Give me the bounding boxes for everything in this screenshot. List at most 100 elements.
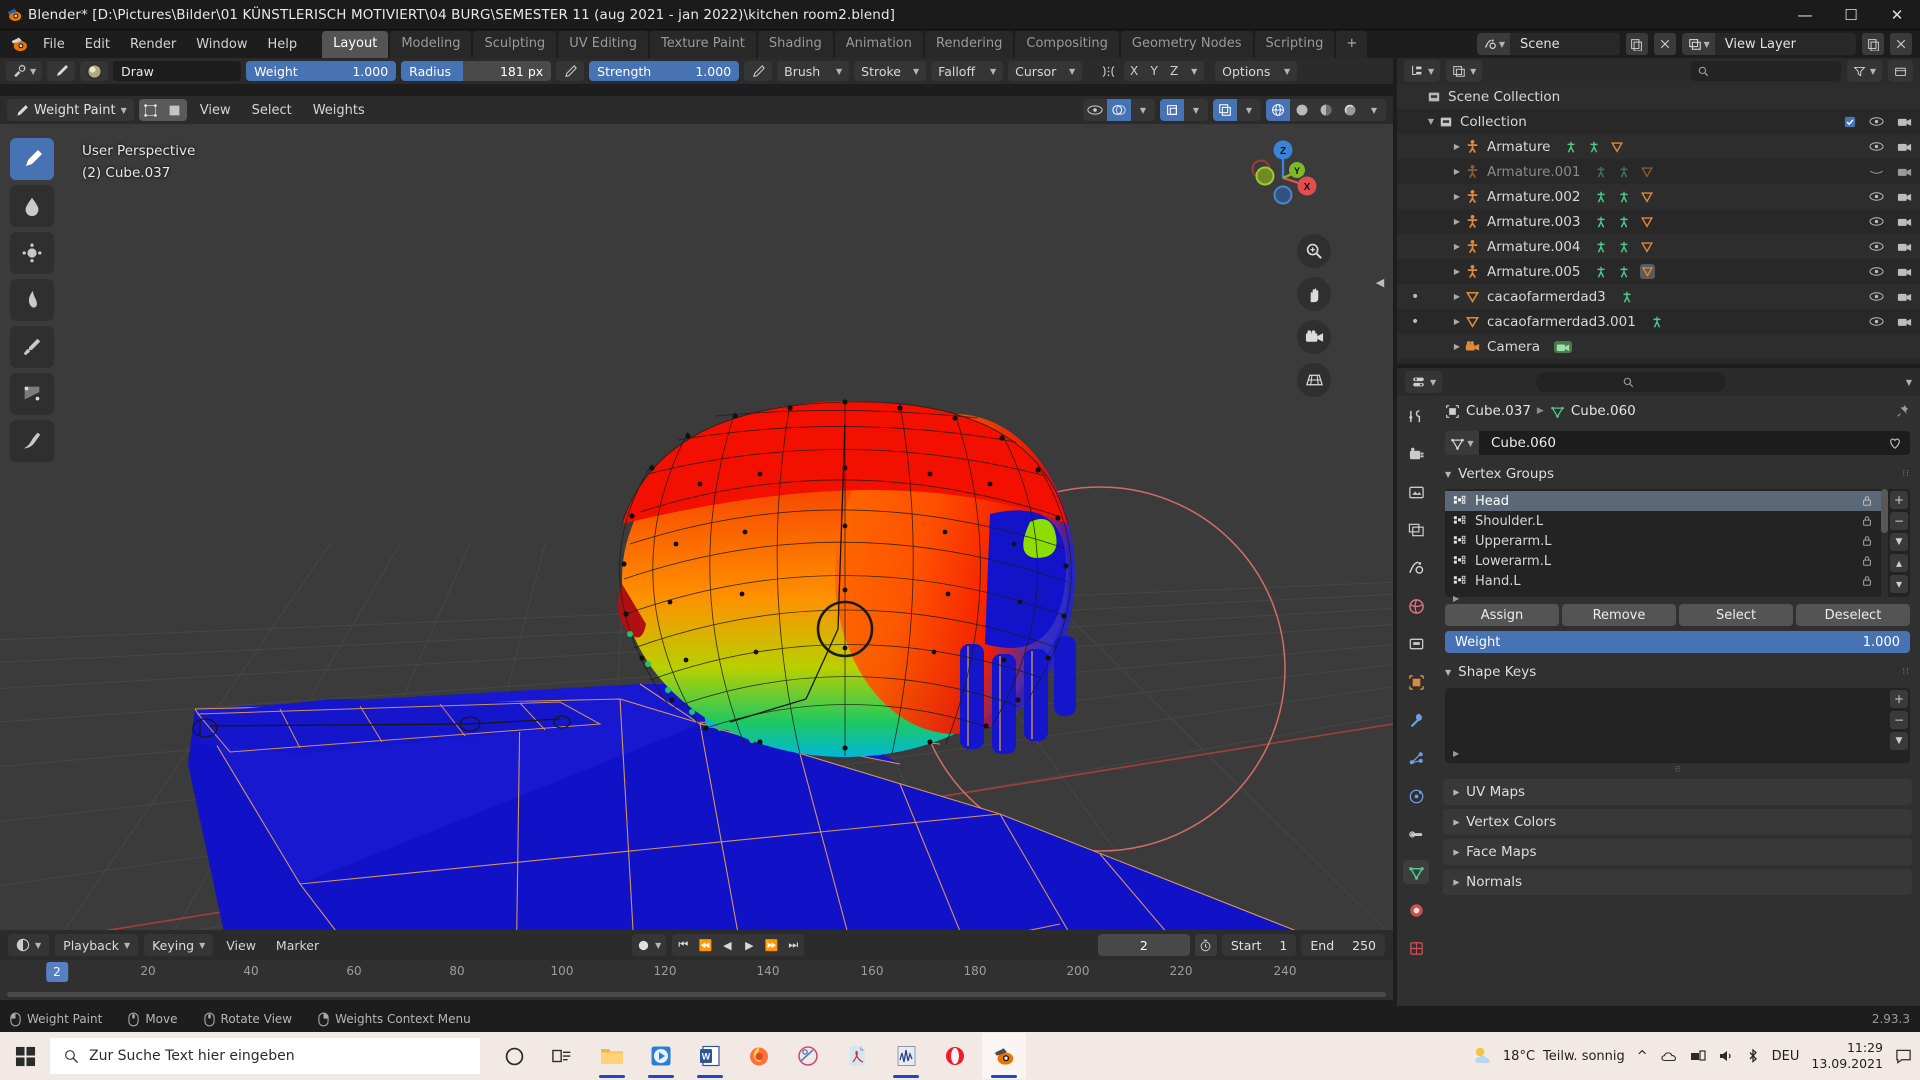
eye-icon[interactable] bbox=[1869, 116, 1884, 127]
tab-physics-properties[interactable] bbox=[1403, 784, 1429, 808]
workspace-tab-layout[interactable]: Layout bbox=[322, 31, 389, 58]
tool-gradient[interactable] bbox=[10, 373, 54, 415]
breadcrumb-object-name[interactable]: Cube.037 bbox=[1466, 403, 1531, 419]
expand-arrow-icon[interactable]: ▶ bbox=[1449, 217, 1465, 226]
move-view-icon[interactable] bbox=[1297, 277, 1331, 311]
show-gizmo-icon[interactable] bbox=[1160, 99, 1184, 121]
mesh-data-icon[interactable] bbox=[1640, 190, 1654, 204]
outliner-row-collection[interactable]: ▼ Collection bbox=[1397, 109, 1920, 134]
lock-icon[interactable] bbox=[1861, 515, 1873, 527]
mesh-data-icon[interactable] bbox=[1640, 215, 1654, 229]
brush-name-field[interactable]: Draw bbox=[113, 61, 242, 81]
armature-data-icon[interactable] bbox=[1617, 265, 1631, 279]
expand-arrow-icon[interactable]: ▶ bbox=[1449, 292, 1465, 301]
mesh-data-browse-icon[interactable]: ▼ bbox=[1445, 431, 1479, 455]
timeline-scrollbar[interactable] bbox=[7, 992, 1386, 997]
file-explorer-icon[interactable] bbox=[590, 1033, 634, 1079]
camera-render-icon[interactable] bbox=[1897, 291, 1912, 302]
jump-to-start-button[interactable]: ⏮ bbox=[672, 934, 694, 956]
radius-slider[interactable]: Radius 181 px bbox=[401, 61, 552, 81]
current-frame-field[interactable]: 2 bbox=[1097, 934, 1190, 956]
remove-button[interactable]: Remove bbox=[1562, 604, 1676, 626]
menu-render[interactable]: Render bbox=[121, 34, 185, 55]
cursor-menu-button[interactable]: Cursor ▼ bbox=[1008, 61, 1083, 81]
vertex-select-icon[interactable] bbox=[138, 99, 163, 121]
show-overlays-icon[interactable] bbox=[1213, 99, 1237, 121]
delete-view-layer-button[interactable] bbox=[1890, 33, 1912, 55]
next-keyframe-button[interactable]: ⏩ bbox=[760, 934, 782, 956]
pose-icon[interactable] bbox=[1594, 215, 1608, 229]
language-indicator[interactable]: DEU bbox=[1772, 1049, 1800, 1064]
add-workspace-button[interactable]: + bbox=[1336, 31, 1368, 58]
expand-arrow-icon[interactable]: ▶ bbox=[1449, 192, 1465, 201]
vertex-group-item-upperarm-l[interactable]: Upperarm.L bbox=[1445, 531, 1881, 551]
vertex-group-item-shoulder-l[interactable]: Shoulder.L bbox=[1445, 511, 1881, 531]
armature-data-icon[interactable] bbox=[1617, 240, 1631, 254]
show-hidden-icons-chevron-icon[interactable]: ^ bbox=[1637, 1049, 1648, 1064]
task-view-icon[interactable] bbox=[541, 1033, 585, 1079]
outliner-row-armature-004[interactable]: ▶ Armature.004 bbox=[1397, 234, 1920, 259]
camera-render-icon[interactable] bbox=[1897, 241, 1912, 252]
mesh-data-icon[interactable] bbox=[1640, 264, 1656, 279]
vertex-group-specials-button[interactable]: ▼ bbox=[1890, 533, 1908, 551]
network-icon[interactable] bbox=[1690, 1049, 1706, 1063]
delete-scene-button[interactable] bbox=[1653, 33, 1676, 55]
outliner-row-cacaofarmerdad3-001[interactable]: • ▶ cacaofarmerdad3.001 bbox=[1397, 309, 1920, 334]
lock-icon[interactable] bbox=[1861, 555, 1873, 567]
pose-icon[interactable] bbox=[1594, 165, 1608, 179]
panel-expand-arrow-icon[interactable]: ▼ bbox=[1452, 849, 1461, 855]
window-minimize-button[interactable]: — bbox=[1782, 0, 1828, 30]
workspace-tab-geometry-nodes[interactable]: Geometry Nodes bbox=[1120, 31, 1253, 58]
workspace-tab-animation[interactable]: Animation bbox=[834, 31, 923, 58]
camera-render-icon[interactable] bbox=[1897, 266, 1912, 277]
outliner-row-armature[interactable]: ▶ Armature bbox=[1397, 134, 1920, 159]
panel-expand-arrow-icon[interactable]: ▼ bbox=[1452, 789, 1461, 795]
blender-icon[interactable] bbox=[982, 1033, 1026, 1079]
start-frame-field[interactable]: Start 1 bbox=[1221, 934, 1297, 956]
pose-icon[interactable] bbox=[1594, 265, 1608, 279]
tab-view-layer-properties[interactable] bbox=[1403, 518, 1429, 542]
eye-icon[interactable] bbox=[1869, 241, 1884, 252]
normals-panel-header[interactable]: ▼ Normals bbox=[1443, 869, 1912, 895]
lock-icon[interactable] bbox=[1861, 535, 1873, 547]
expand-arrow-icon[interactable]: ▼ bbox=[1423, 117, 1439, 126]
viewport-menu-select[interactable]: Select bbox=[244, 101, 300, 120]
symmetry-axis-y[interactable]: Y bbox=[1144, 61, 1165, 81]
checkbox-icon[interactable] bbox=[1844, 116, 1856, 128]
use-preview-range-icon[interactable] bbox=[1194, 934, 1217, 956]
firefox-icon[interactable] bbox=[737, 1033, 781, 1079]
lock-icon[interactable] bbox=[1861, 575, 1873, 587]
workspace-tab-compositing[interactable]: Compositing bbox=[1015, 31, 1119, 58]
armature-data-icon[interactable] bbox=[1617, 215, 1631, 229]
solid-shading-icon[interactable] bbox=[1290, 99, 1314, 121]
armature-data-icon[interactable] bbox=[1617, 165, 1631, 179]
visibility-eye-icon[interactable] bbox=[1083, 99, 1107, 121]
vertex-group-item-lowerarm-l[interactable]: Lowerarm.L bbox=[1445, 551, 1881, 571]
armature-data-icon[interactable] bbox=[1617, 190, 1631, 204]
tool-editor-type-button[interactable]: ▼ bbox=[6, 61, 43, 81]
eye-icon[interactable] bbox=[1869, 216, 1884, 227]
shape-key-specials-button[interactable]: ▼ bbox=[1890, 732, 1908, 750]
mesh-data-icon[interactable] bbox=[1610, 140, 1624, 154]
outliner-editor-type-button[interactable]: ▼ bbox=[1404, 60, 1441, 82]
timeline-view-menu[interactable]: View bbox=[219, 938, 263, 953]
pin-id-icon[interactable] bbox=[1896, 404, 1910, 418]
workspace-tab-texture-paint[interactable]: Texture Paint bbox=[650, 31, 756, 58]
viewport-menu-view[interactable]: View bbox=[192, 101, 239, 120]
vertex-group-list-expand-arrow-icon[interactable]: ▶ bbox=[1445, 591, 1881, 605]
xray-toggle-icon[interactable] bbox=[1107, 99, 1131, 121]
mesh-data-icon[interactable] bbox=[1640, 240, 1654, 254]
timeline-track-area[interactable]: 2 20 40 60 80 100 120 140 160 180 200 22… bbox=[0, 960, 1393, 1000]
brush-tool-icon[interactable] bbox=[47, 61, 76, 81]
move-vertex-group-down-button[interactable]: ▾ bbox=[1890, 575, 1908, 593]
outliner-row-armature-002[interactable]: ▶ Armature.002 bbox=[1397, 184, 1920, 209]
mesh-data-browse-field[interactable]: ▼ Cube.060 bbox=[1445, 431, 1910, 455]
tab-modifier-properties[interactable] bbox=[1403, 708, 1429, 732]
outliner-row-armature-005[interactable]: ▶ Armature.005 bbox=[1397, 259, 1920, 284]
timeline-playback-menu[interactable]: Playback ▼ bbox=[55, 934, 139, 956]
eye-icon[interactable] bbox=[1869, 291, 1884, 302]
3d-viewport[interactable]: User Perspective (2) Cube.037 Z X Y ◀ bbox=[0, 124, 1393, 930]
falloff-menu-button[interactable]: Falloff ▼ bbox=[931, 61, 1004, 81]
view-layer-selector[interactable]: ▼ View Layer bbox=[1681, 33, 1856, 55]
weight-slider[interactable]: Weight 1.000 bbox=[246, 61, 397, 81]
